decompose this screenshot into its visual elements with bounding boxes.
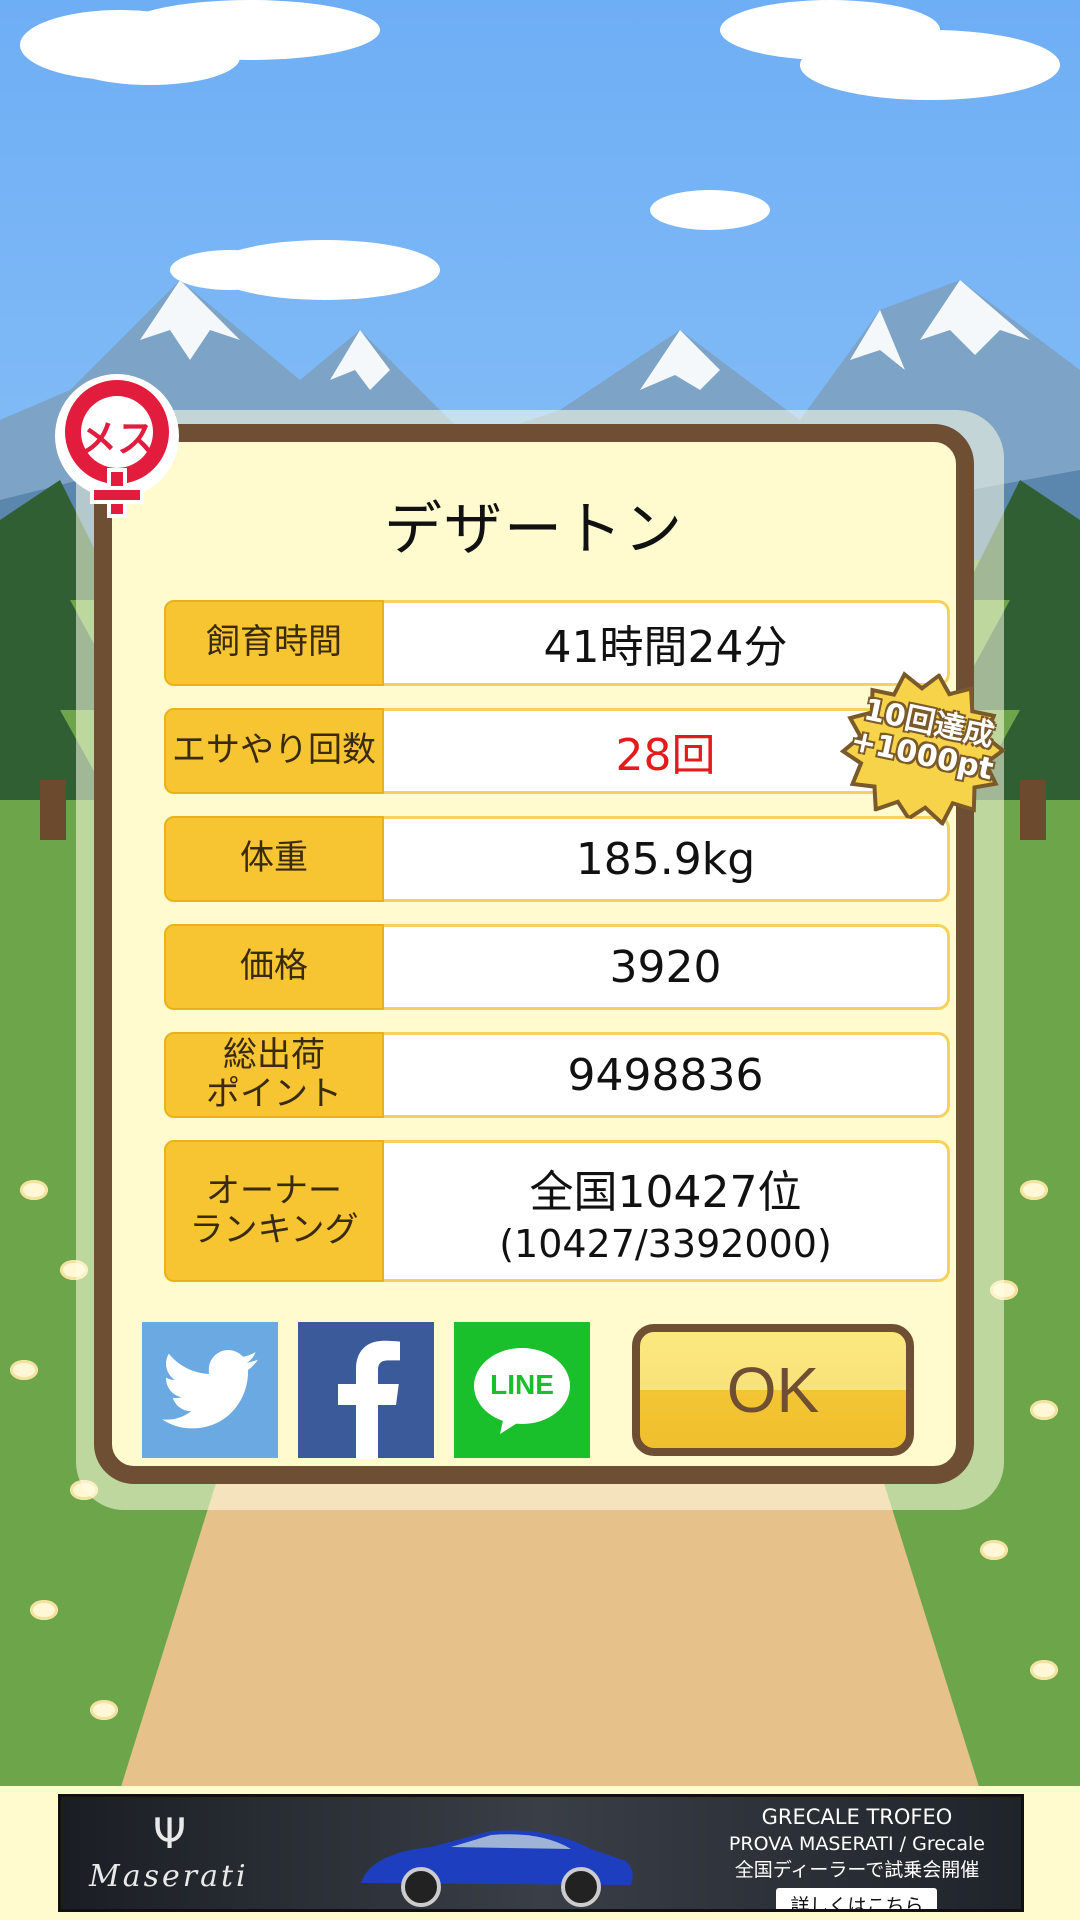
- ad-line1: GRECALE TROFEO: [761, 1805, 953, 1829]
- flower: [90, 1700, 118, 1720]
- line-share-button[interactable]: LINE: [454, 1322, 590, 1458]
- flower: [1030, 1660, 1058, 1680]
- twitter-bird-icon: [162, 1350, 258, 1429]
- maserati-trident-icon: Ψ: [153, 1809, 187, 1858]
- pet-name-title: デザートン: [383, 495, 684, 563]
- flower: [980, 1540, 1008, 1560]
- row-value-text: 3920: [609, 941, 722, 993]
- row-label: エサやり回数: [164, 708, 384, 794]
- row-label: 総出荷 ポイント: [164, 1032, 384, 1118]
- ad-brand: Maserati: [89, 1859, 249, 1894]
- flower: [1030, 1400, 1058, 1420]
- row-value: 9498836: [384, 1032, 950, 1118]
- ranking-detail: (10427/3392000): [499, 1222, 832, 1266]
- ad-cta-button[interactable]: 詳しくはこちら: [776, 1888, 938, 1909]
- facebook-share-button[interactable]: [298, 1322, 434, 1459]
- line-logo-text: LINE: [490, 1369, 554, 1400]
- row-label: 体重: [164, 816, 384, 902]
- flower: [10, 1360, 38, 1380]
- row-price: 価格 3920: [164, 924, 950, 1010]
- row-raising-time: 飼育時間 41時間24分: [164, 600, 950, 686]
- row-value-text: 41時間24分: [543, 622, 788, 673]
- row-label: 飼育時間: [164, 600, 384, 686]
- female-gender-icon: メス: [52, 374, 182, 520]
- row-value: 185.9kg: [384, 816, 950, 902]
- twitter-share-button[interactable]: [142, 1322, 278, 1458]
- flower: [1020, 1180, 1048, 1200]
- ad-text: GRECALE TROFEO PROVA MASERATI / Grecale …: [728, 1805, 985, 1909]
- row-value: 3920: [384, 924, 950, 1010]
- flower: [30, 1600, 58, 1620]
- row-value: 全国10427位 (10427/3392000): [384, 1140, 950, 1282]
- ok-button[interactable]: OK: [632, 1324, 914, 1456]
- ad-banner[interactable]: Ψ Maserati GRECALE TROFEO PROVA MASERATI…: [58, 1794, 1024, 1912]
- ad-line3: 全国ディーラーで試乗会開催: [734, 1859, 980, 1881]
- cloud: [650, 190, 770, 230]
- row-value-text: 28回: [615, 730, 716, 781]
- row-value-text: 185.9kg: [575, 833, 756, 885]
- row-total-shipping-points: 総出荷 ポイント 9498836: [164, 1032, 950, 1118]
- pet-status-dialog: デザートン 飼育時間 41時間24分 エサやり回数 28回 体重 185.9kg…: [94, 424, 1007, 1484]
- cloud: [60, 30, 240, 85]
- gender-label: メス: [78, 417, 155, 461]
- car-icon: [361, 1830, 633, 1907]
- ad-line2: PROVA MASERATI / Grecale: [728, 1833, 985, 1855]
- row-label: オーナー ランキング: [164, 1140, 384, 1282]
- row-owner-ranking: オーナー ランキング 全国10427位 (10427/3392000): [164, 1140, 950, 1282]
- row-value-text: 9498836: [567, 1049, 764, 1101]
- ranking-text: 全国10427位: [529, 1167, 802, 1218]
- flower: [20, 1180, 48, 1200]
- facebook-f-icon: [338, 1340, 400, 1459]
- row-label: 価格: [164, 924, 384, 1010]
- row-weight: 体重 185.9kg: [164, 816, 950, 902]
- cloud: [800, 30, 1060, 100]
